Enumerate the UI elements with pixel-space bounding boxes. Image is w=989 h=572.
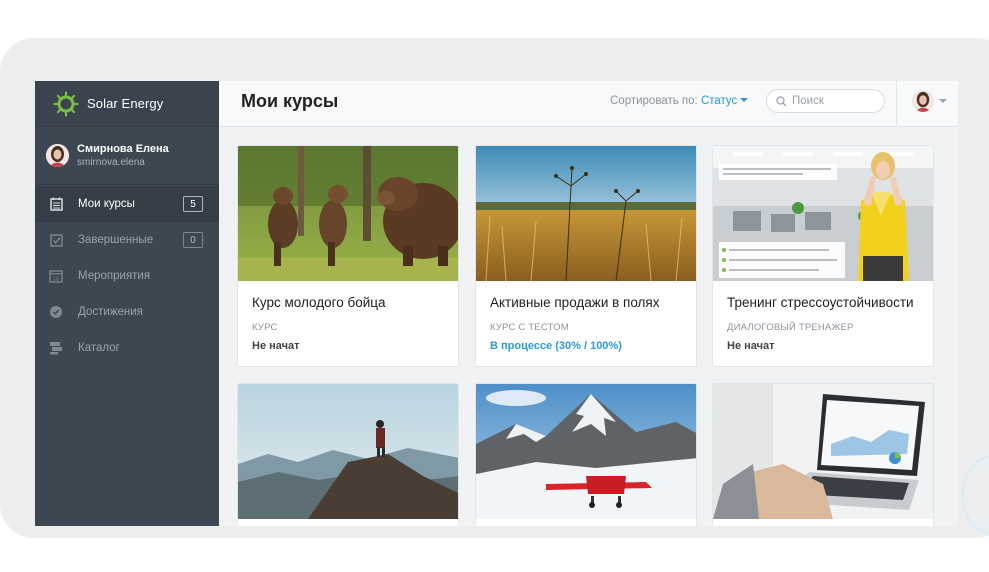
user-name: Смирнова Елена xyxy=(77,143,169,155)
avatar xyxy=(46,144,69,167)
sidebar: Solar Energy Смирнова Елена smirnova.ele… xyxy=(35,81,219,526)
brand-name: Solar Energy xyxy=(87,96,164,111)
card-type: КУРС С ТЕСТОМ xyxy=(490,322,569,333)
svg-text:15: 15 xyxy=(53,276,59,282)
count-badge: 5 xyxy=(183,196,203,212)
course-card[interactable] xyxy=(475,383,697,526)
chevron-down-icon[interactable] xyxy=(740,97,749,102)
page-title: Мои курсы xyxy=(241,91,339,111)
card-title: Активные продажи в полях xyxy=(490,295,660,310)
divider xyxy=(896,81,897,127)
topbar: Мои курсы Сортировать по: Статус xyxy=(219,81,958,127)
card-body: Тренинг стрессоустойчивости ДИАЛОГОВЫЙ Т… xyxy=(713,281,933,352)
card-body: Активные продажи в полях КУРС С ТЕСТОМ В… xyxy=(476,281,696,352)
card-type: ДИАЛОГОВЫЙ ТРЕНАЖЕР xyxy=(727,322,854,333)
card-type: КУРС xyxy=(252,322,278,333)
sort-label: Сортировать по: xyxy=(610,95,698,107)
sidebar-menu: Мои курсы 5 Завершенные 0 15 Мероприятия xyxy=(35,186,219,366)
card-status: В процессе (30% / 100%) xyxy=(490,340,622,352)
snow-plane-photo xyxy=(476,384,696,519)
sidebar-item-label: Завершенные xyxy=(78,234,154,246)
search-input[interactable] xyxy=(792,95,877,107)
checkbox-icon xyxy=(49,233,63,247)
course-card[interactable] xyxy=(237,383,459,526)
user-info: Смирнова Елена smirnova.elena xyxy=(77,143,169,168)
course-card[interactable] xyxy=(712,383,934,526)
card-title: Курс молодого бойца xyxy=(252,295,386,310)
sidebar-item-events[interactable]: 15 Мероприятия xyxy=(35,258,219,294)
sidebar-item-my-courses[interactable]: Мои курсы 5 xyxy=(35,186,219,222)
sort-value[interactable]: Статус xyxy=(701,95,737,107)
card-title: Тренинг стрессоустойчивости xyxy=(727,295,914,310)
card-status: Не начат xyxy=(727,340,775,352)
sort-control[interactable]: Сортировать по: Статус xyxy=(610,95,749,107)
brand[interactable]: Solar Energy xyxy=(35,81,219,127)
app-screen: Solar Energy Смирнова Елена smirnova.ele… xyxy=(35,81,958,526)
search-box[interactable] xyxy=(766,89,885,113)
page: Solar Energy Смирнова Елена smirnova.ele… xyxy=(0,0,989,572)
sidebar-item-label: Мероприятия xyxy=(78,270,151,282)
mountain-hiker-photo xyxy=(238,384,458,519)
calendar-list-icon xyxy=(49,197,63,211)
office-stress-photo xyxy=(713,146,933,281)
sidebar-item-label: Достижения xyxy=(78,306,143,318)
solar-logo-icon xyxy=(53,90,79,117)
laptop-analytics-photo xyxy=(713,384,933,519)
medal-icon xyxy=(49,305,63,319)
sidebar-item-completed[interactable]: Завершенные 0 xyxy=(35,222,219,258)
sidebar-item-label: Мои курсы xyxy=(78,198,135,210)
user-profile[interactable]: Смирнова Елена smirnova.elena xyxy=(35,127,219,185)
sidebar-item-achievements[interactable]: Достижения xyxy=(35,294,219,330)
catalog-icon xyxy=(49,341,63,355)
card-body: Курс молодого бойца КУРС Не начат xyxy=(238,281,458,352)
course-card[interactable]: Активные продажи в полях КУРС С ТЕСТОМ В… xyxy=(475,145,697,367)
sidebar-item-catalog[interactable]: Каталог xyxy=(35,330,219,366)
avatar-photo xyxy=(912,90,934,112)
sidebar-item-label: Каталог xyxy=(78,342,120,354)
card-status: Не начат xyxy=(252,340,300,352)
search-icon xyxy=(776,95,787,106)
user-menu-avatar[interactable] xyxy=(912,90,934,112)
bears-photo xyxy=(238,146,458,281)
chevron-down-icon[interactable] xyxy=(939,99,947,103)
user-login: smirnova.elena xyxy=(77,157,145,168)
calendar-15-icon: 15 xyxy=(49,269,63,283)
course-card[interactable]: Тренинг стрессоустойчивости ДИАЛОГОВЫЙ Т… xyxy=(712,145,934,367)
field-photo xyxy=(476,146,696,281)
course-card[interactable]: Курс молодого бойца КУРС Не начат xyxy=(237,145,459,367)
avatar-photo xyxy=(46,144,69,167)
count-badge: 0 xyxy=(183,232,203,248)
